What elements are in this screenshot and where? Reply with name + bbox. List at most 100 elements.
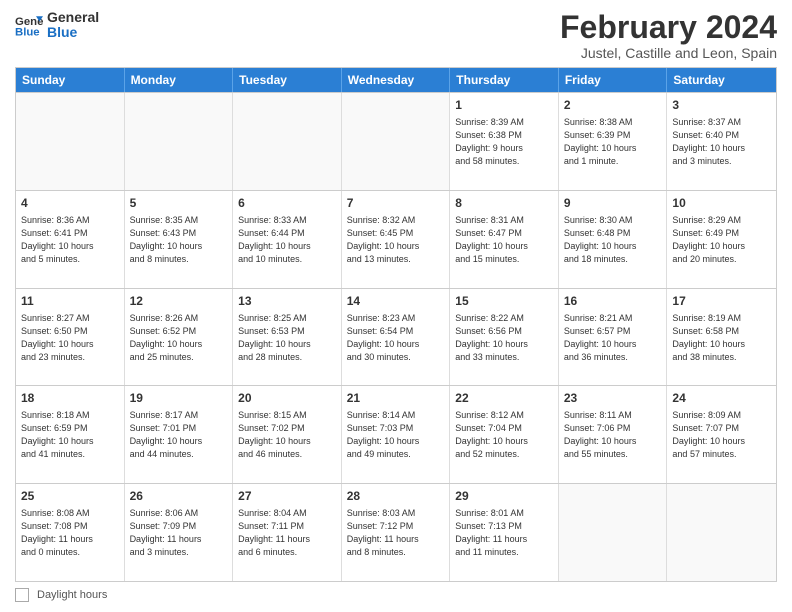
day-number: 8 (455, 195, 553, 212)
legend-label: Daylight hours (37, 589, 107, 601)
calendar-cell: 13 Sunrise: 8:25 AM Sunset: 6:53 PM Dayli… (233, 289, 342, 386)
header: General Blue General Blue February 2024 … (15, 10, 777, 61)
day-number: 5 (130, 195, 228, 212)
header-day-friday: Friday (559, 68, 668, 92)
logo-general: General (47, 10, 99, 25)
calendar-cell (342, 93, 451, 190)
day-info: Sunrise: 8:38 AM Sunset: 6:39 PM Dayligh… (564, 116, 662, 168)
day-number: 7 (347, 195, 445, 212)
calendar-cell: 17 Sunrise: 8:19 AM Sunset: 6:58 PM Dayli… (667, 289, 776, 386)
day-info: Sunrise: 8:32 AM Sunset: 6:45 PM Dayligh… (347, 214, 445, 266)
calendar-row-2: 11Sunrise: 8:27 AM Sunset: 6:50 PM Dayli… (16, 288, 776, 386)
calendar-cell: 6Sunrise: 8:33 AM Sunset: 6:44 PM Daylig… (233, 191, 342, 288)
day-info: Sunrise: 8:03 AM Sunset: 7:12 PM Dayligh… (347, 507, 445, 559)
day-info: Sunrise: 8:18 AM Sunset: 6:59 PM Dayligh… (21, 409, 119, 461)
calendar-row-3: 18 Sunrise: 8:18 AM Sunset: 6:59 PM Dayli… (16, 385, 776, 483)
day-number: 4 (21, 195, 119, 212)
calendar-cell: 11Sunrise: 8:27 AM Sunset: 6:50 PM Dayli… (16, 289, 125, 386)
header-day-monday: Monday (125, 68, 234, 92)
logo-blue: Blue (47, 25, 99, 40)
calendar-cell (16, 93, 125, 190)
day-info: Sunrise: 8:08 AM Sunset: 7:08 PM Dayligh… (21, 507, 119, 559)
day-number: 2 (564, 97, 662, 114)
day-number: 23 (564, 390, 662, 407)
calendar: SundayMondayTuesdayWednesdayThursdayFrid… (15, 67, 777, 582)
calendar-cell: 15 Sunrise: 8:22 AM Sunset: 6:56 PM Dayli… (450, 289, 559, 386)
day-info: Sunrise: 8:25 AM Sunset: 6:53 PM Dayligh… (238, 312, 336, 364)
day-number: 24 (672, 390, 771, 407)
day-number: 27 (238, 488, 336, 505)
day-info: Sunrise: 8:19 AM Sunset: 6:58 PM Dayligh… (672, 312, 771, 364)
day-info: Sunrise: 8:01 AM Sunset: 7:13 PM Dayligh… (455, 507, 553, 559)
calendar-cell: 7 Sunrise: 8:32 AM Sunset: 6:45 PM Daylig… (342, 191, 451, 288)
calendar-cell: 25 Sunrise: 8:08 AM Sunset: 7:08 PM Dayli… (16, 484, 125, 581)
day-info: Sunrise: 8:39 AM Sunset: 6:38 PM Dayligh… (455, 116, 553, 168)
location-title: Justel, Castille and Leon, Spain (560, 45, 777, 61)
calendar-row-0: 1 Sunrise: 8:39 AM Sunset: 6:38 PM Daylig… (16, 92, 776, 190)
legend-box (15, 588, 29, 602)
header-day-thursday: Thursday (450, 68, 559, 92)
day-info: Sunrise: 8:26 AM Sunset: 6:52 PM Dayligh… (130, 312, 228, 364)
day-info: Sunrise: 8:06 AM Sunset: 7:09 PM Dayligh… (130, 507, 228, 559)
day-number: 16 (564, 293, 662, 310)
calendar-cell: 28 Sunrise: 8:03 AM Sunset: 7:12 PM Dayli… (342, 484, 451, 581)
day-number: 3 (672, 97, 771, 114)
day-number: 22 (455, 390, 553, 407)
calendar-cell: 8 Sunrise: 8:31 AM Sunset: 6:47 PM Daylig… (450, 191, 559, 288)
calendar-cell: 2 Sunrise: 8:38 AM Sunset: 6:39 PM Daylig… (559, 93, 668, 190)
page: General Blue General Blue February 2024 … (0, 0, 792, 612)
day-info: Sunrise: 8:04 AM Sunset: 7:11 PM Dayligh… (238, 507, 336, 559)
calendar-cell (125, 93, 234, 190)
day-number: 10 (672, 195, 771, 212)
header-day-sunday: Sunday (16, 68, 125, 92)
day-number: 14 (347, 293, 445, 310)
day-info: Sunrise: 8:33 AM Sunset: 6:44 PM Dayligh… (238, 214, 336, 266)
calendar-cell (233, 93, 342, 190)
day-number: 20 (238, 390, 336, 407)
title-block: February 2024 Justel, Castille and Leon,… (560, 10, 777, 61)
day-info: Sunrise: 8:35 AM Sunset: 6:43 PM Dayligh… (130, 214, 228, 266)
day-number: 1 (455, 97, 553, 114)
calendar-cell: 20 Sunrise: 8:15 AM Sunset: 7:02 PM Dayli… (233, 386, 342, 483)
day-number: 21 (347, 390, 445, 407)
logo: General Blue General Blue (15, 10, 99, 41)
day-info: Sunrise: 8:23 AM Sunset: 6:54 PM Dayligh… (347, 312, 445, 364)
month-title: February 2024 (560, 10, 777, 45)
day-number: 9 (564, 195, 662, 212)
day-info: Sunrise: 8:30 AM Sunset: 6:48 PM Dayligh… (564, 214, 662, 266)
calendar-cell: 3Sunrise: 8:37 AM Sunset: 6:40 PM Daylig… (667, 93, 776, 190)
day-info: Sunrise: 8:22 AM Sunset: 6:56 PM Dayligh… (455, 312, 553, 364)
calendar-cell: 9 Sunrise: 8:30 AM Sunset: 6:48 PM Daylig… (559, 191, 668, 288)
calendar-row-1: 4 Sunrise: 8:36 AM Sunset: 6:41 PM Daylig… (16, 190, 776, 288)
day-info: Sunrise: 8:31 AM Sunset: 6:47 PM Dayligh… (455, 214, 553, 266)
header-day-saturday: Saturday (667, 68, 776, 92)
logo-icon: General Blue (15, 11, 43, 39)
calendar-cell: 1 Sunrise: 8:39 AM Sunset: 6:38 PM Daylig… (450, 93, 559, 190)
day-number: 28 (347, 488, 445, 505)
calendar-row-4: 25 Sunrise: 8:08 AM Sunset: 7:08 PM Dayli… (16, 483, 776, 581)
header-day-wednesday: Wednesday (342, 68, 451, 92)
day-info: Sunrise: 8:11 AM Sunset: 7:06 PM Dayligh… (564, 409, 662, 461)
calendar-cell: 22Sunrise: 8:12 AM Sunset: 7:04 PM Dayli… (450, 386, 559, 483)
day-number: 18 (21, 390, 119, 407)
calendar-cell: 5 Sunrise: 8:35 AM Sunset: 6:43 PM Daylig… (125, 191, 234, 288)
calendar-cell: 4 Sunrise: 8:36 AM Sunset: 6:41 PM Daylig… (16, 191, 125, 288)
day-number: 15 (455, 293, 553, 310)
header-day-tuesday: Tuesday (233, 68, 342, 92)
calendar-cell: 24Sunrise: 8:09 AM Sunset: 7:07 PM Dayli… (667, 386, 776, 483)
day-number: 25 (21, 488, 119, 505)
day-info: Sunrise: 8:36 AM Sunset: 6:41 PM Dayligh… (21, 214, 119, 266)
day-number: 17 (672, 293, 771, 310)
calendar-cell (667, 484, 776, 581)
day-number: 13 (238, 293, 336, 310)
day-info: Sunrise: 8:14 AM Sunset: 7:03 PM Dayligh… (347, 409, 445, 461)
day-info: Sunrise: 8:17 AM Sunset: 7:01 PM Dayligh… (130, 409, 228, 461)
calendar-cell: 10Sunrise: 8:29 AM Sunset: 6:49 PM Dayli… (667, 191, 776, 288)
day-number: 19 (130, 390, 228, 407)
day-number: 11 (21, 293, 119, 310)
footer: Daylight hours (15, 588, 777, 602)
day-info: Sunrise: 8:15 AM Sunset: 7:02 PM Dayligh… (238, 409, 336, 461)
day-number: 12 (130, 293, 228, 310)
calendar-cell: 21 Sunrise: 8:14 AM Sunset: 7:03 PM Dayli… (342, 386, 451, 483)
calendar-cell: 18 Sunrise: 8:18 AM Sunset: 6:59 PM Dayli… (16, 386, 125, 483)
